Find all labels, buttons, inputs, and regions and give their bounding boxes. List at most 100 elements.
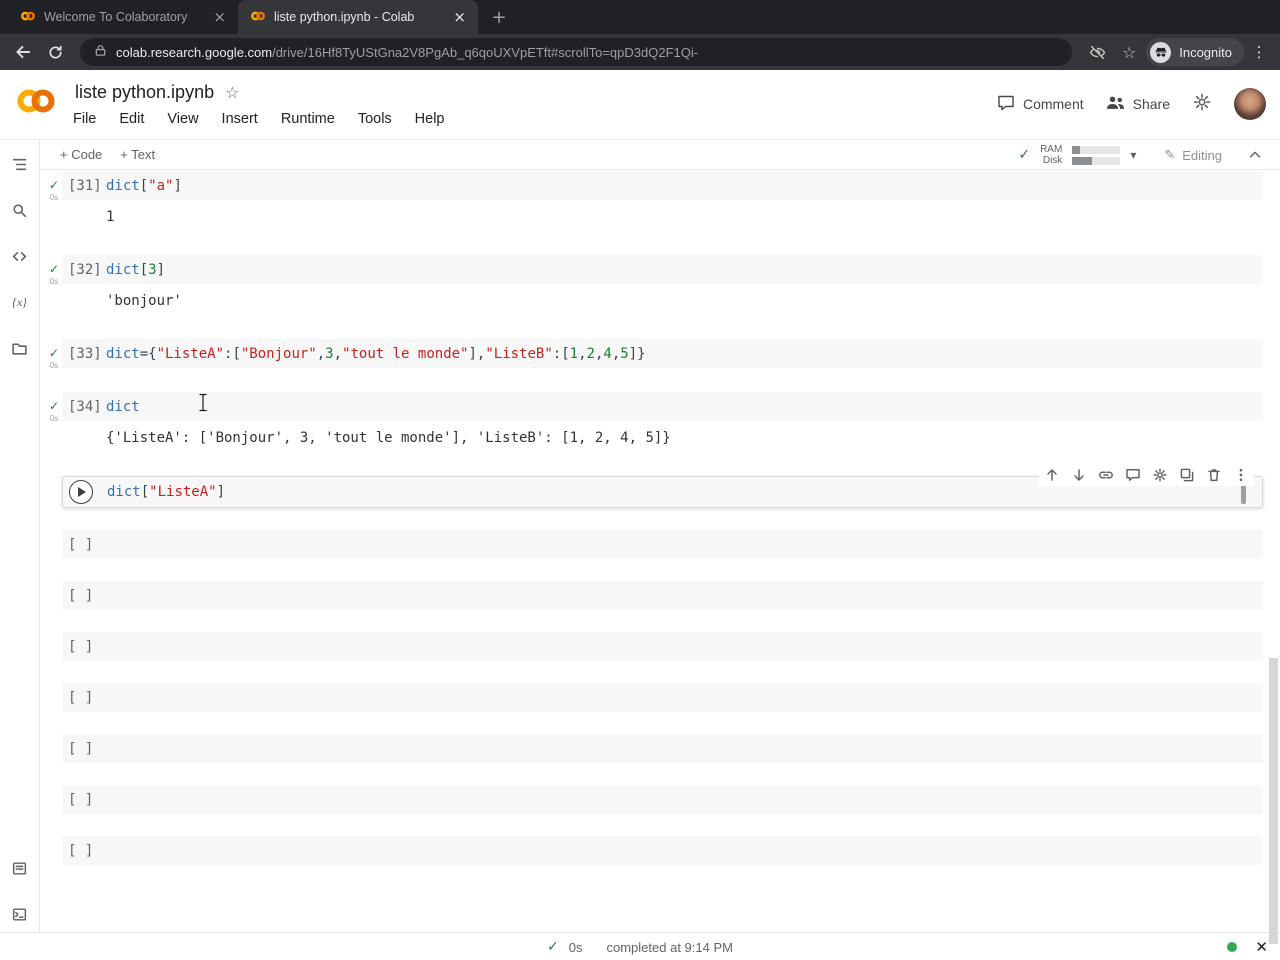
notebook-cell[interactable]: ✓ 0s [33] dict={"ListeA":["Bonjour",3,"tout… [46,339,1263,370]
page-scrollbar[interactable] [1269,658,1278,944]
incognito-icon [1150,41,1172,63]
execution-count[interactable]: [ ] [62,690,106,706]
notebook-cell[interactable]: ✓ 0s [31] dict["a"] 1 [46,171,1263,233]
comment-label: Comment [1022,96,1084,112]
notebook-cell[interactable]: [ ] [46,581,1263,610]
terminal-icon[interactable] [8,902,32,926]
code-editor[interactable]: [34] dict [62,392,1263,421]
add-text-button[interactable]: + Text [120,147,155,162]
execution-count[interactable]: [ ] [62,792,106,808]
code-editor[interactable]: [ ] [62,530,1263,559]
notebook-cell[interactable]: ✓ 0s [34] dict {'ListeA': ['Bonjour', 3, 'to… [46,392,1263,454]
execution-count[interactable]: [34] [62,399,106,415]
find-replace-icon[interactable] [8,198,32,222]
console-icon[interactable] [8,856,32,880]
run-cell-button[interactable] [69,480,93,504]
menu-help[interactable]: Help [415,111,445,127]
back-button[interactable] [8,37,38,67]
cell-gutter [46,785,62,814]
mirror-cell-in-tab-icon[interactable] [1178,466,1196,484]
execution-count[interactable]: [32] [62,262,106,278]
files-icon[interactable] [8,336,32,360]
menu-view[interactable]: View [167,111,198,127]
add-code-button[interactable]: + Code [60,147,102,162]
eye-off-icon[interactable] [1082,37,1112,67]
share-button[interactable]: Share [1106,94,1170,114]
menu-edit[interactable]: Edit [119,111,144,127]
code-editor[interactable]: [ ] [62,581,1263,610]
execution-count[interactable]: [ ] [62,741,106,757]
execution-count[interactable]: [31] [62,178,106,194]
bookmark-star-icon[interactable]: ☆ [1114,37,1144,67]
notebook-cells: ✓ 0s [31] dict["a"] 1 ✓ 0s [32] dict[3]'bonjour'… [40,170,1280,932]
execution-count[interactable]: [ ] [62,588,106,604]
table-of-contents-icon[interactable] [8,152,32,176]
settings-gear-icon[interactable] [1192,92,1212,117]
add-text-label: + Text [120,147,156,162]
code-line: dict[3] [106,261,166,278]
notebook-cell[interactable]: [ ] [46,734,1263,763]
avatar[interactable] [1234,88,1266,120]
code-editor[interactable]: [ ] [62,836,1263,865]
code-editor[interactable]: [ ] [62,632,1263,661]
notebook-cell[interactable]: [ ] [46,632,1263,661]
resources-dropdown-icon[interactable]: ▾ [1130,148,1136,162]
code-snippets-icon[interactable] [8,244,32,268]
notebook-cell[interactable]: [ ] [46,785,1263,814]
tab-close-icon[interactable]: × [449,9,470,26]
code-line: dict [106,398,140,415]
cell-gutter: ✓ 0s [46,171,62,233]
left-sidebar: {x} [0,140,40,932]
code-editor[interactable]: [32] dict[3] [62,255,1263,284]
execution-count[interactable]: [ ] [62,843,106,859]
browser-tab-strip: Welcome To Colaboratory × liste python.i… [0,0,1280,34]
menu-file[interactable]: File [73,111,96,127]
copy-link-to-cell-icon[interactable] [1097,466,1115,484]
execution-count[interactable]: [ ] [62,639,106,655]
cell-main: [ ] [62,836,1263,865]
move-cell-down-icon[interactable] [1070,466,1088,484]
site-security-icon[interactable] [94,44,107,60]
reload-button[interactable] [40,37,70,67]
code-editor[interactable]: [ ] [62,683,1263,712]
share-people-icon [1106,94,1125,114]
notebook-cell[interactable]: dict["ListeA"] [46,464,1263,508]
browser-menu-icon[interactable]: ⋮ [1246,43,1272,61]
code-editor[interactable]: [ ] [62,734,1263,763]
new-tab-button[interactable]: + [486,4,512,30]
comment-button[interactable]: Comment [997,94,1084,115]
star-notebook-icon[interactable]: ☆ [225,83,239,102]
move-cell-up-icon[interactable] [1043,466,1061,484]
cell-toolbar [1039,464,1254,486]
menu-insert[interactable]: Insert [222,111,258,127]
status-close-icon[interactable]: ✕ [1255,938,1268,956]
code-editor[interactable]: [ ] [62,785,1263,814]
menu-runtime[interactable]: Runtime [281,111,335,127]
delete-cell-icon[interactable] [1205,466,1223,484]
comment-icon [997,94,1015,115]
more-cell-actions-icon[interactable] [1232,466,1250,484]
resource-meters[interactable] [1072,145,1121,165]
variables-icon[interactable]: {x} [8,290,32,314]
menu-tools[interactable]: Tools [358,111,392,127]
notebook-cell[interactable]: [ ] [46,683,1263,712]
notebook-cell[interactable]: [ ] [46,530,1263,559]
browser-tab-welcome[interactable]: Welcome To Colaboratory × [8,0,238,34]
execution-count[interactable]: [33] [62,346,106,362]
open-editor-settings-icon[interactable] [1151,466,1169,484]
address-bar[interactable]: colab.research.google.com/drive/16Hf8TyU… [80,38,1073,66]
notebook-cell[interactable]: ✓ 0s [32] dict[3] 'bonjour' [46,255,1263,317]
collapse-toolbar-icon[interactable] [1248,148,1262,162]
add-comment-icon[interactable] [1124,466,1142,484]
code-editor[interactable]: dict["ListeA"] [62,464,1263,508]
code-editor[interactable]: [33] dict={"ListeA":["Bonjour",3,"tout le… [62,339,1263,368]
ram-bar-fill [1072,145,1080,154]
status-bar: ✓ 0s completed at 9:14 PM ✕ [0,932,1280,960]
browser-tab-notebook[interactable]: liste python.ipynb - Colab × [238,0,478,34]
notebook-title[interactable]: liste python.ipynb [75,82,214,103]
tab-close-icon[interactable]: × [209,9,230,26]
editing-mode-button[interactable]: ✎ Editing [1164,148,1222,163]
notebook-cell[interactable]: [ ] [46,836,1263,865]
code-editor[interactable]: [31] dict["a"] [62,171,1263,200]
execution-count[interactable]: [ ] [62,537,106,553]
